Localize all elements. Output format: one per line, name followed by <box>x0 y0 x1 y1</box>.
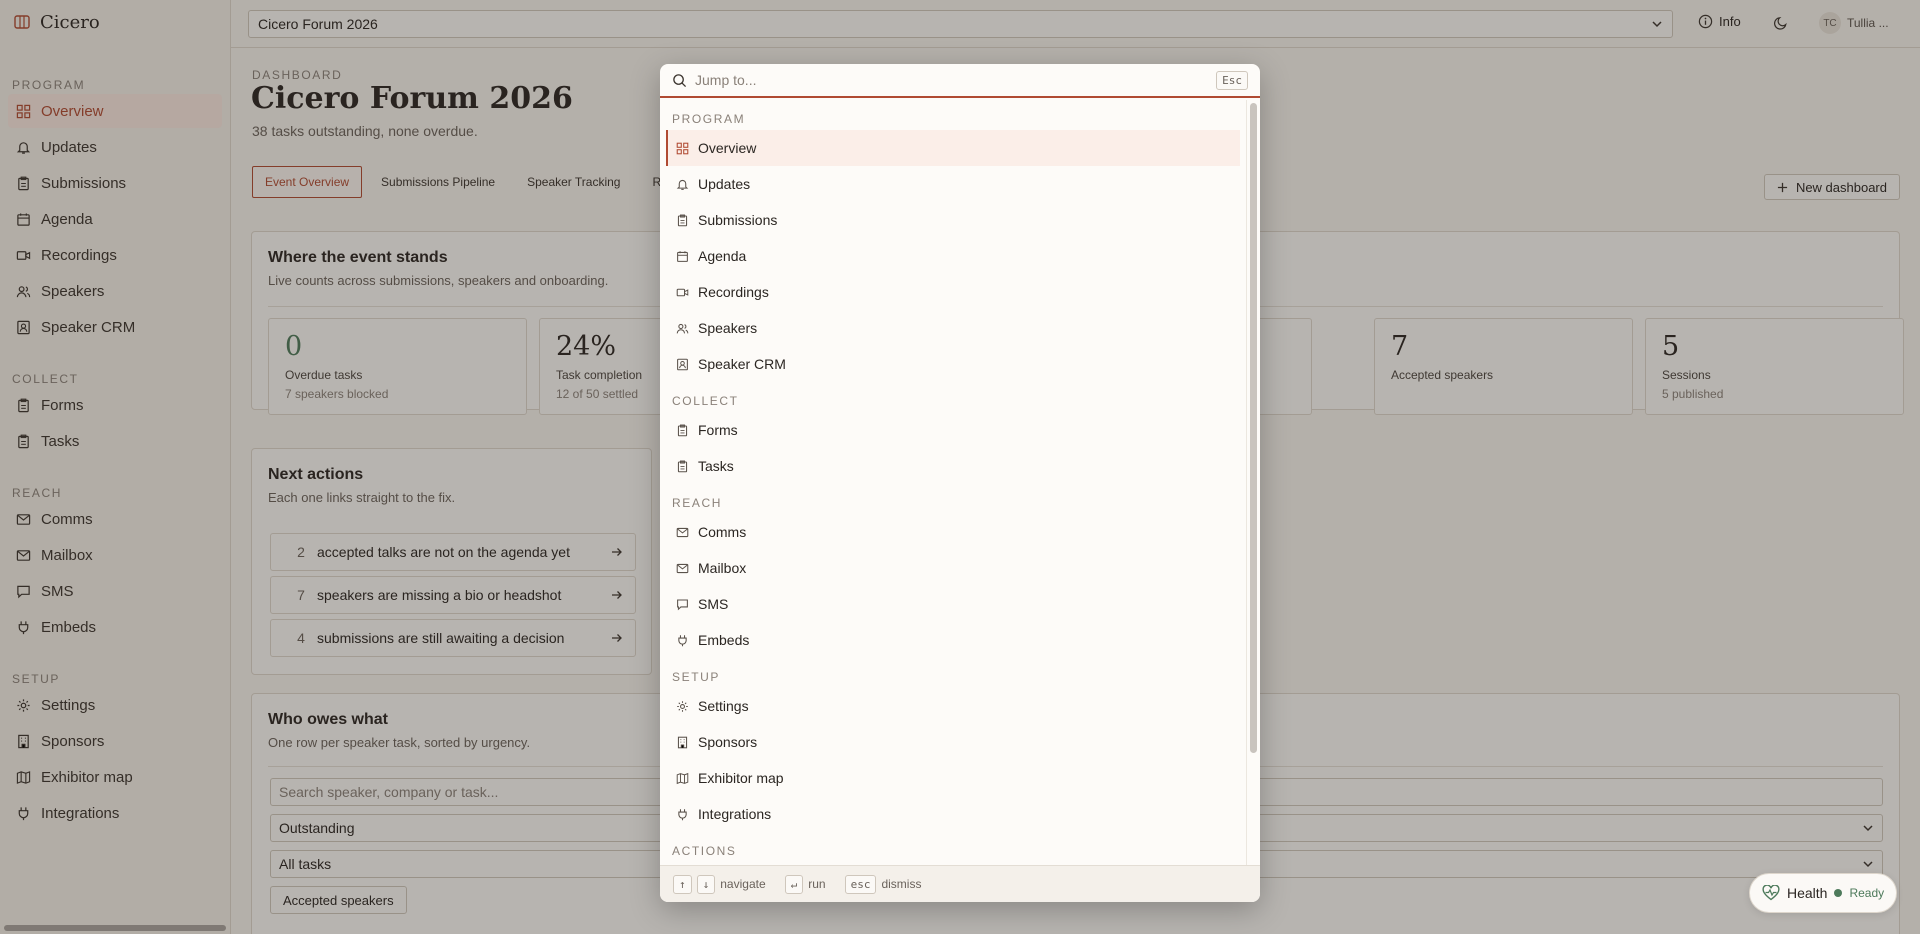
run-hint: ↵ run <box>784 874 826 894</box>
clipboard-icon <box>676 424 689 437</box>
gear-icon <box>676 700 689 713</box>
palette-section-reach: REACH <box>672 496 723 510</box>
chat-icon <box>676 598 689 611</box>
arrow-down-key: ↓ <box>696 874 716 894</box>
palette-item-mailbox[interactable]: Mailbox <box>666 550 1240 586</box>
palette-item-integrations[interactable]: Integrations <box>666 796 1240 832</box>
mail-icon <box>676 526 689 539</box>
palette-item-label: Embeds <box>698 632 750 648</box>
heart-icon <box>1762 885 1780 901</box>
palette-item-speakers[interactable]: Speakers <box>666 310 1240 346</box>
run-label: run <box>808 877 826 891</box>
palette-item-label: Overview <box>698 140 757 156</box>
palette-item-forms[interactable]: Forms <box>666 412 1240 448</box>
palette-search-bar: Esc <box>660 64 1260 98</box>
palette-item-exhibitor-map[interactable]: Exhibitor map <box>666 760 1240 796</box>
palette-item-submissions[interactable]: Submissions <box>666 202 1240 238</box>
map-icon <box>676 772 689 785</box>
palette-section-setup: SETUP <box>672 670 721 684</box>
palette-item-label: Speakers <box>698 320 758 336</box>
command-palette: Esc PROGRAM Overview Updates Submissions Age… <box>660 64 1260 902</box>
clipboard-icon <box>676 214 689 227</box>
palette-scrollbar[interactable] <box>1250 103 1257 753</box>
building-icon <box>676 736 689 749</box>
palette-section-program: PROGRAM <box>672 112 746 126</box>
palette-item-comms[interactable]: Comms <box>666 514 1240 550</box>
palette-item-speaker-crm[interactable]: Speaker CRM <box>666 346 1240 382</box>
palette-item-label: Speaker CRM <box>698 356 786 372</box>
plug-icon <box>676 808 689 821</box>
arrow-up-key: ↑ <box>673 874 692 894</box>
palette-item-label: Integrations <box>698 806 772 822</box>
palette-item-label: Submissions <box>698 212 778 228</box>
contact-icon <box>676 358 689 371</box>
palette-item-sponsors[interactable]: Sponsors <box>666 724 1240 760</box>
palette-section-actions: ACTIONS <box>672 844 737 858</box>
palette-item-overview[interactable]: Overview <box>666 130 1240 166</box>
palette-item-label: Exhibitor map <box>698 770 784 786</box>
calendar-icon <box>676 250 689 263</box>
video-icon <box>676 286 689 299</box>
palette-results: PROGRAM Overview Updates Submissions Agenda R… <box>660 100 1246 865</box>
palette-section-collect: COLLECT <box>672 394 739 408</box>
palette-item-label: Mailbox <box>698 560 747 576</box>
dismiss-label: dismiss <box>881 877 922 891</box>
search-icon <box>672 73 687 88</box>
users-icon <box>676 322 689 335</box>
grid-icon <box>676 142 689 155</box>
palette-item-sms[interactable]: SMS <box>666 586 1240 622</box>
palette-item-agenda[interactable]: Agenda <box>666 238 1240 274</box>
plug-icon <box>676 634 689 647</box>
palette-footer: ↑ ↓ navigate ↵ run esc dismiss <box>660 865 1260 902</box>
palette-item-label: Comms <box>698 524 747 540</box>
palette-item-label: Updates <box>698 176 751 192</box>
esc-key: esc <box>844 874 877 894</box>
palette-item-updates[interactable]: Updates <box>666 166 1240 202</box>
navigate-label: navigate <box>720 877 766 891</box>
health-label: Health <box>1787 885 1828 901</box>
health-status-button[interactable]: Health Ready <box>1749 873 1898 913</box>
status-dot <box>1834 889 1843 897</box>
mail-icon <box>676 562 689 575</box>
palette-item-label: Tasks <box>698 458 734 474</box>
palette-item-label: Settings <box>698 698 749 714</box>
dismiss-hint: esc dismiss <box>844 874 922 894</box>
palette-search-input[interactable] <box>695 72 1209 88</box>
palette-item-label: Agenda <box>698 248 747 264</box>
palette-item-tasks[interactable]: Tasks <box>666 448 1240 484</box>
navigate-hint: ↑ ↓ navigate <box>673 874 766 894</box>
palette-item-settings[interactable]: Settings <box>666 688 1240 724</box>
palette-item-label: Recordings <box>698 284 769 300</box>
palette-item-embeds[interactable]: Embeds <box>666 622 1240 658</box>
palette-item-recordings[interactable]: Recordings <box>666 274 1240 310</box>
enter-key: ↵ <box>784 874 804 894</box>
palette-item-label: Forms <box>698 422 738 438</box>
esc-key-hint[interactable]: Esc <box>1216 70 1248 90</box>
palette-item-label: Sponsors <box>698 734 758 750</box>
bell-icon <box>676 178 689 191</box>
health-status: Ready <box>1849 886 1885 900</box>
palette-item-label: SMS <box>698 596 729 612</box>
clipboard-icon <box>676 460 689 473</box>
